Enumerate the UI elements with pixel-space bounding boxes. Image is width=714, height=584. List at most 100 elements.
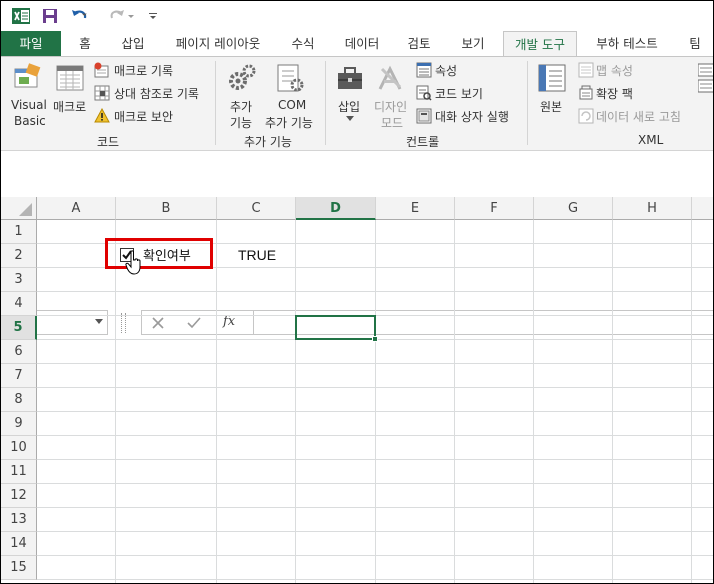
column-header[interactable]: C: [217, 197, 296, 220]
gridline: [37, 387, 713, 388]
cell-c2[interactable]: TRUE: [238, 247, 276, 263]
gridline: [37, 291, 713, 292]
gridline: [454, 220, 455, 583]
addins-label-line1: 추가: [230, 100, 253, 114]
visual-basic-icon: [14, 63, 41, 88]
tab-insert[interactable]: 삽입: [111, 31, 155, 56]
visual-basic-label-line2: Basic: [14, 114, 46, 128]
gridline: [37, 507, 713, 508]
gridline: [533, 220, 534, 583]
group-separator: [215, 61, 216, 145]
tab-load-test[interactable]: 부하 테스트: [589, 31, 665, 56]
xml-source-label: 원본: [540, 100, 563, 114]
selected-cell-d5[interactable]: [295, 315, 376, 340]
row-header[interactable]: 12: [1, 484, 37, 508]
formula-bar: D5 fx: [1, 151, 713, 335]
code-group-label: 코드: [97, 135, 120, 149]
tab-data[interactable]: 데이터: [335, 31, 389, 56]
refresh-data-label: 데이터 새로 고침: [596, 110, 681, 124]
row-header[interactable]: 6: [1, 340, 37, 364]
gridline: [295, 220, 296, 583]
controls-group-label: 컨트롤: [406, 135, 440, 149]
macro-security-label: 매크로 보안: [114, 110, 174, 124]
column-header[interactable]: E: [376, 197, 455, 220]
row-header[interactable]: 10: [1, 436, 37, 460]
toolbox-icon: [338, 67, 362, 89]
row-header[interactable]: 9: [1, 412, 37, 436]
tab-page-layout[interactable]: 페이지 레이아웃: [165, 31, 271, 56]
gridline: [37, 459, 713, 460]
refresh-data-icon: [578, 108, 594, 124]
com-addins-label-line1: COM: [278, 98, 307, 112]
customize-quick-access-icon[interactable]: [147, 7, 159, 25]
column-header[interactable]: G: [534, 197, 613, 220]
row-header[interactable]: 2: [1, 244, 37, 268]
view-code-label: 코드 보기: [435, 87, 483, 101]
column-header-selected[interactable]: D: [296, 197, 376, 220]
properties-label: 속성: [435, 64, 458, 78]
addins-label-line2: 기능: [230, 116, 253, 130]
gridline: [37, 555, 713, 556]
gridline: [115, 220, 116, 583]
tab-team[interactable]: 팀: [681, 31, 709, 56]
run-dialog-label: 대화 상자 실행: [435, 110, 509, 124]
row-header[interactable]: 1: [1, 220, 37, 244]
row-header-selected[interactable]: 5: [1, 316, 37, 340]
row-header[interactable]: 8: [1, 388, 37, 412]
worksheet-grid: A B C D E F G H 1 2 3 4 5 6 7 8 9 10 11 …: [1, 197, 713, 583]
ribbon-tabs: 파일 홈 삽입 페이지 레이아웃 수식 데이터 검토 보기 개발 도구 부하 테…: [1, 31, 713, 57]
map-properties-label: 맵 속성: [596, 64, 633, 78]
record-macro-label: 매크로 기록: [114, 64, 174, 78]
group-separator: [527, 61, 528, 145]
gears-icon: [229, 64, 256, 90]
gridline: [216, 220, 217, 583]
row-header[interactable]: 15: [1, 556, 37, 580]
row-header[interactable]: 13: [1, 508, 37, 532]
tab-file[interactable]: 파일: [1, 31, 61, 56]
tab-developer[interactable]: 개발 도구: [503, 31, 577, 57]
hand-cursor-icon: [125, 250, 141, 275]
gridline: [37, 483, 713, 484]
design-mode-label-line1: 디자인: [374, 100, 408, 114]
ribbon-developer: Visual Basic 매크로 매크로 기록 상대 참조로 기록 매크로 보안…: [1, 56, 714, 151]
tab-view[interactable]: 보기: [451, 31, 495, 56]
redo-icon[interactable]: [109, 7, 137, 25]
xml-source-icon: [538, 64, 566, 92]
row-header[interactable]: 14: [1, 532, 37, 556]
gridline: [37, 531, 713, 532]
xml-group-label: XML: [638, 133, 664, 147]
macro-label: 매크로: [53, 100, 87, 114]
design-mode-label-line2: 모드: [381, 116, 404, 130]
tab-review[interactable]: 검토: [397, 31, 441, 56]
row-header[interactable]: 7: [1, 364, 37, 388]
fill-handle[interactable]: [372, 336, 378, 342]
import-export-icon[interactable]: [698, 63, 714, 93]
chevron-down-icon: [346, 116, 354, 121]
column-header[interactable]: H: [613, 197, 692, 220]
map-properties-icon: [578, 62, 594, 78]
tab-home[interactable]: 홈: [67, 31, 103, 56]
gridline: [37, 435, 713, 436]
checkbox-label: 확인여부: [143, 249, 191, 264]
insert-control-label: 삽입: [338, 100, 361, 114]
com-addins-icon: [277, 64, 304, 92]
gridline: [37, 363, 713, 364]
column-header[interactable]: A: [37, 197, 116, 220]
column-header[interactable]: B: [116, 197, 217, 220]
com-addins-label-line2: 추가 기능: [265, 116, 313, 130]
expansion-packs-icon: [579, 85, 593, 100]
select-all-corner[interactable]: [1, 197, 37, 220]
column-header[interactable]: [692, 197, 713, 220]
column-header[interactable]: F: [455, 197, 534, 220]
tab-formulas[interactable]: 수식: [281, 31, 325, 56]
macro-icon: [56, 65, 84, 91]
undo-icon[interactable]: [69, 7, 97, 25]
gridline: [691, 220, 692, 583]
save-icon[interactable]: [41, 7, 59, 25]
row-header[interactable]: 3: [1, 268, 37, 292]
row-header[interactable]: 11: [1, 460, 37, 484]
row-header[interactable]: 4: [1, 292, 37, 316]
relative-reference-icon: [94, 85, 110, 101]
gridline: [37, 411, 713, 412]
run-dialog-icon: [416, 108, 432, 124]
